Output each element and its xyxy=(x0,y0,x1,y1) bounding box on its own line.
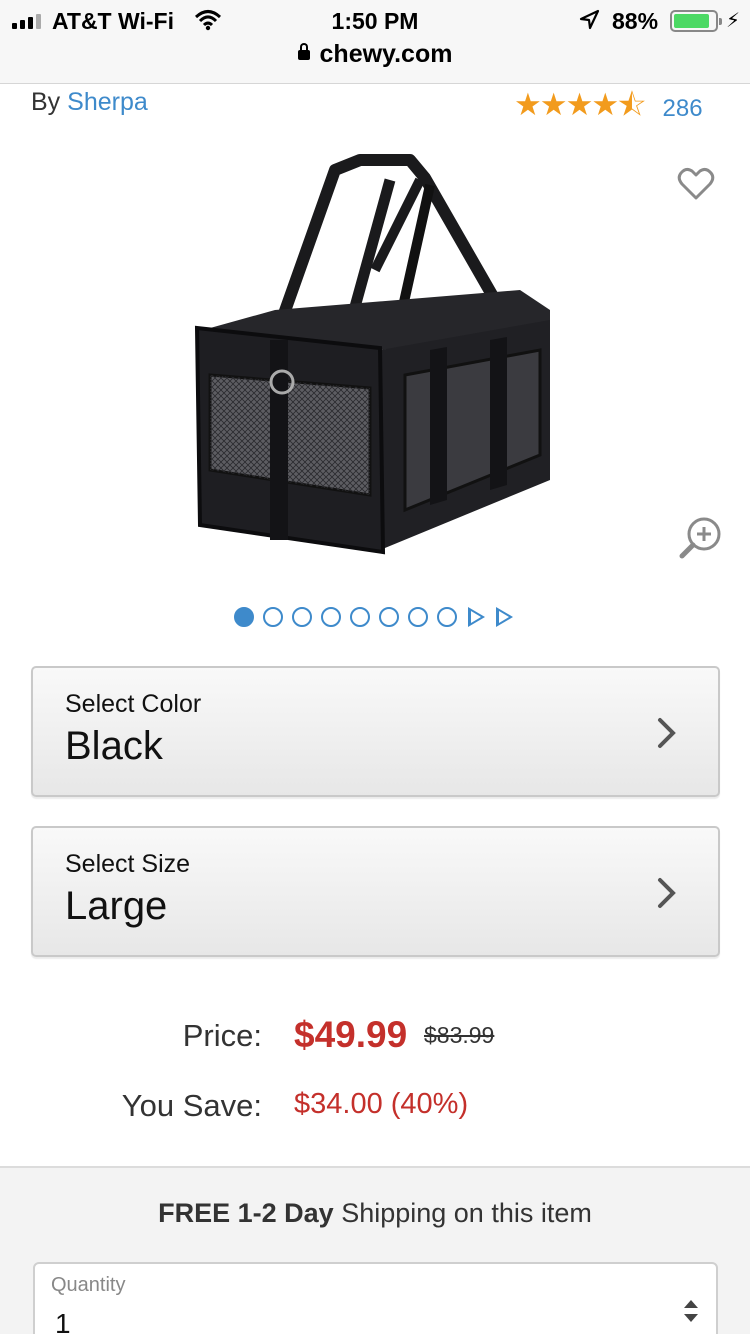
shipping-highlight: FREE 1-2 Day xyxy=(158,1198,334,1228)
battery-percentage: 88% xyxy=(612,8,659,34)
lock-icon xyxy=(297,43,310,60)
select-arrows-icon xyxy=(684,1300,698,1322)
url-text: chewy.com xyxy=(319,40,453,68)
shipping-text: Shipping on this item xyxy=(333,1198,592,1228)
carousel-next-icon[interactable] xyxy=(496,607,513,627)
location-arrow-icon xyxy=(578,8,600,38)
carousel-next-icon[interactable] xyxy=(468,607,485,627)
color-selector-label: Select Color xyxy=(65,690,202,718)
address-bar[interactable]: chewy.com xyxy=(0,40,750,69)
price-label: Price: xyxy=(182,1018,262,1053)
color-selector-value: Black xyxy=(65,724,163,768)
image-carousel-pager[interactable] xyxy=(234,607,513,627)
quantity-value: 1 xyxy=(55,1308,71,1334)
carousel-dot[interactable] xyxy=(292,607,312,627)
size-selector-label: Select Size xyxy=(65,850,191,878)
carousel-dot[interactable] xyxy=(263,607,283,627)
carousel-dot[interactable] xyxy=(234,607,254,627)
pet-carrier-icon xyxy=(194,154,550,555)
star-rating-icon: ★★★★⯪ xyxy=(514,87,647,122)
brand-line: By Sherpa xyxy=(31,88,148,117)
shipping-message: FREE 1-2 Day Shipping on this item xyxy=(0,1198,750,1229)
carousel-dot[interactable] xyxy=(408,607,428,627)
savings-row: You Save: $34.00 (40%) xyxy=(0,1088,750,1128)
charging-bolt-icon: ⚡︎ xyxy=(726,10,741,32)
product-image[interactable] xyxy=(185,150,560,570)
status-bar: AT&T Wi-Fi 1:50 PM 88% ⚡︎ chewy.com xyxy=(0,0,750,84)
zoom-in-icon[interactable] xyxy=(678,514,724,560)
favorite-heart-icon[interactable] xyxy=(676,164,716,204)
chevron-right-icon xyxy=(658,718,676,748)
sale-price: $49.99 xyxy=(294,1014,408,1055)
size-selector-value: Large xyxy=(65,884,168,928)
carousel-dot[interactable] xyxy=(321,607,341,627)
purchase-panel: FREE 1-2 Day Shipping on this item Quant… xyxy=(0,1166,750,1334)
carousel-dot[interactable] xyxy=(350,607,370,627)
brand-prefix: By xyxy=(31,88,61,116)
review-count-link[interactable]: 286 xyxy=(663,95,703,123)
quantity-select[interactable]: Quantity 1 xyxy=(33,1262,718,1334)
carousel-dot[interactable] xyxy=(437,607,457,627)
rating[interactable]: ★★★★⯪ 286 xyxy=(514,82,703,135)
battery-icon xyxy=(670,10,722,32)
savings-label: You Save: xyxy=(121,1088,262,1123)
quantity-label: Quantity xyxy=(51,1274,126,1296)
color-selector[interactable]: Select Color Black xyxy=(31,666,720,797)
list-price: $83.99 xyxy=(424,1022,495,1048)
savings-amount: $34.00 (40%) xyxy=(294,1088,469,1120)
price-row: Price: $49.99 $83.99 xyxy=(0,1014,750,1058)
chevron-right-icon xyxy=(658,878,676,908)
carousel-dot[interactable] xyxy=(379,607,399,627)
brand-link[interactable]: Sherpa xyxy=(67,88,148,116)
size-selector[interactable]: Select Size Large xyxy=(31,826,720,957)
